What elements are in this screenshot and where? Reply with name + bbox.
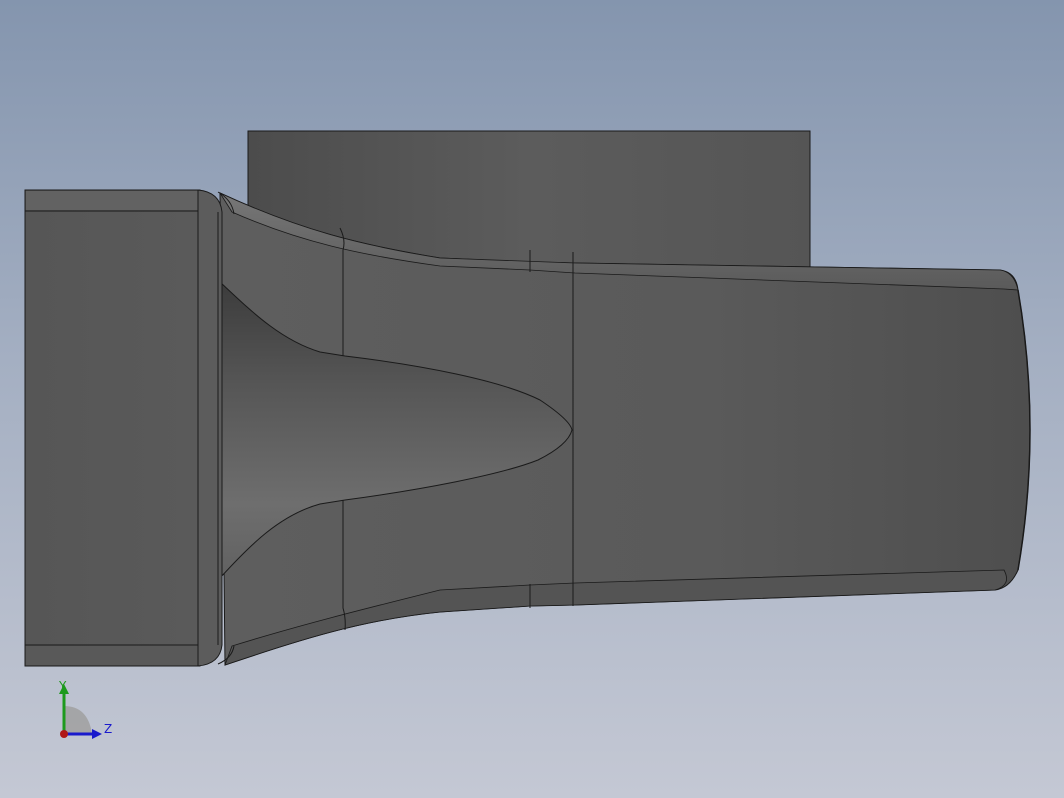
x-axis-dot-icon <box>60 730 68 738</box>
graphics-viewport[interactable]: Y Z <box>0 0 1064 798</box>
flange-top-strip <box>26 191 199 210</box>
z-axis-label: Z <box>104 722 112 736</box>
y-axis-label: Y <box>58 679 67 693</box>
flange-bottom-strip <box>26 646 199 665</box>
view-orientation-triad[interactable]: Y Z <box>48 676 118 746</box>
z-axis-arrow-icon <box>92 729 102 739</box>
cad-model[interactable] <box>0 0 1064 798</box>
triad-plane-indicator <box>64 706 92 734</box>
inlet-flange-face[interactable] <box>24 189 201 667</box>
